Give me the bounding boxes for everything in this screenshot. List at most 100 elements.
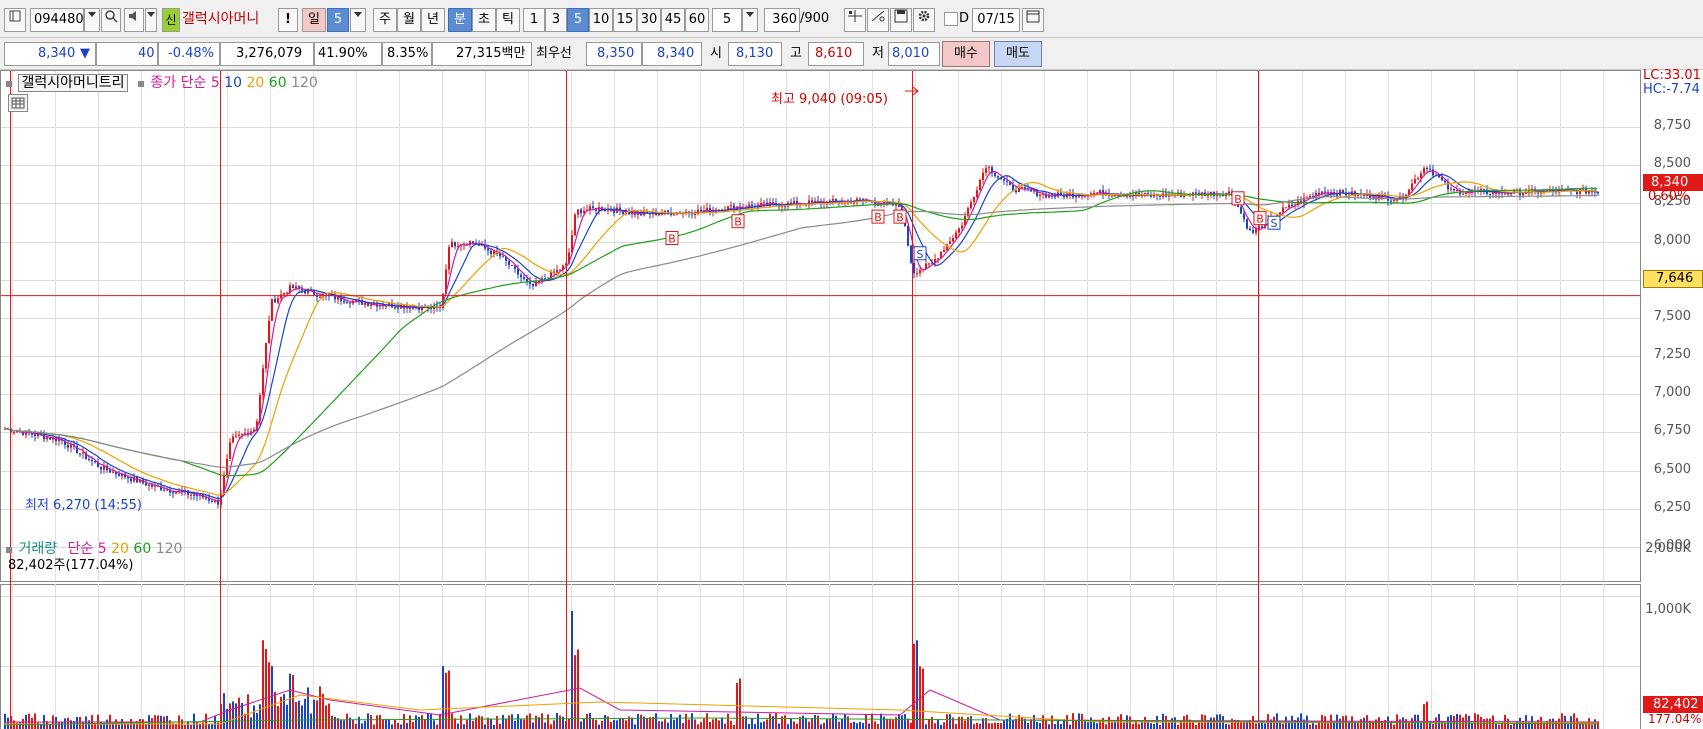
period-tick-button[interactable]: 틱 [496, 8, 520, 32]
volume-bar [541, 713, 543, 729]
candle [232, 436, 234, 443]
candle [790, 202, 792, 204]
date-checkbox[interactable] [944, 12, 958, 26]
period-day-button[interactable]: 일 [302, 8, 326, 32]
menu-icon[interactable] [4, 8, 26, 32]
volume-bar [787, 724, 789, 729]
volume-bar [1021, 716, 1023, 729]
code-dropdown-icon[interactable] [84, 8, 100, 32]
volume-bar [793, 721, 795, 729]
settings-gear-icon[interactable] [913, 8, 935, 32]
count-input[interactable]: 360 [764, 8, 800, 32]
price-tick-label: 7,000 [1653, 385, 1691, 401]
volume-bar [994, 722, 996, 729]
volume-bar [595, 719, 597, 729]
volume-bar [1561, 713, 1563, 729]
volume-bar [655, 713, 657, 729]
period-week-button[interactable]: 주 [373, 8, 397, 32]
candle [523, 277, 525, 279]
candle [472, 241, 474, 243]
volume-bar [1297, 717, 1299, 729]
speaker-icon[interactable] [124, 8, 144, 32]
svg-text:B: B [896, 211, 904, 224]
candle [961, 225, 963, 229]
alert-button[interactable]: ! [278, 8, 298, 32]
volume-bar [667, 722, 669, 729]
calendar-icon[interactable] [1022, 8, 1044, 32]
interval-30-button[interactable]: 30 [637, 8, 661, 32]
volume-bar [721, 717, 723, 729]
table-toggle-icon[interactable] [8, 94, 28, 112]
volume-bar [1105, 724, 1107, 729]
candle [751, 204, 753, 206]
candle [1054, 196, 1056, 198]
volume-bar [346, 713, 348, 729]
volume-bar [1411, 718, 1413, 729]
period-minute-button[interactable]: 분 [448, 8, 472, 32]
buy-signal-marker: B [893, 209, 907, 224]
volume-bar [367, 713, 369, 729]
volume-bar [274, 691, 276, 729]
interval-3-button[interactable]: 3 [545, 8, 567, 32]
volume-bar [418, 717, 420, 729]
new-badge: 신 [162, 8, 180, 32]
sell-button[interactable]: 매도 [994, 41, 1042, 67]
candle [1024, 187, 1026, 189]
speaker-dropdown-icon[interactable] [145, 8, 157, 32]
volume-bar [580, 721, 582, 729]
volume-bar [649, 717, 651, 729]
interval-60-button[interactable]: 60 [685, 8, 709, 32]
volume-bar [424, 719, 426, 729]
volume-bar [1159, 724, 1161, 729]
buy-signal-marker: B [1253, 211, 1267, 226]
candle [793, 200, 795, 204]
volume-bar [433, 720, 435, 729]
volume-bar [328, 703, 330, 729]
volume-bar [19, 722, 21, 729]
interval-5-button[interactable]: 5 [567, 8, 589, 32]
period-second-button[interactable]: 초 [472, 8, 496, 32]
buy-button[interactable]: 매수 [942, 41, 990, 67]
volume-bar [880, 713, 882, 729]
crosshair-tool-icon[interactable] [844, 8, 866, 32]
stock-code-input[interactable]: 094480 [30, 8, 84, 32]
interval-45-button[interactable]: 45 [661, 8, 685, 32]
volume-bar [751, 718, 753, 729]
volume-bar [1213, 717, 1215, 729]
interval-15-button[interactable]: 15 [613, 8, 637, 32]
volume-tick-2000k: 2,000K [1645, 541, 1691, 556]
legend-ma120: 120 [291, 75, 318, 91]
volume-bar [301, 705, 303, 729]
candle [508, 260, 510, 266]
period-month-button[interactable]: 월 [397, 8, 421, 32]
chart-area[interactable]: BBBBSBBS 갤럭시아머니트리 종가 단순 5 10 20 60 120 최… [0, 68, 1703, 729]
period-dropdown-icon[interactable] [350, 8, 366, 32]
volume-bar [1114, 721, 1116, 729]
volume-bar [319, 686, 321, 729]
volume-bar [553, 720, 555, 729]
trendline-tool-icon[interactable] [867, 8, 889, 32]
volume-bar [1273, 716, 1275, 729]
period-year-button[interactable]: 년 [421, 8, 445, 32]
interval-10-button[interactable]: 10 [589, 8, 613, 32]
legend-stock-name[interactable]: 갤럭시아머니트리 [18, 74, 128, 92]
candle [271, 299, 273, 321]
chart-canvas[interactable]: BBB BSBB S [0, 70, 1703, 729]
interval-select[interactable]: 5 [712, 8, 742, 32]
price-tick-label: 8,000 [1653, 232, 1691, 248]
interval-1-button[interactable]: 1 [523, 8, 545, 32]
save-icon[interactable] [890, 8, 912, 32]
volume-bar [1228, 724, 1230, 729]
ma10-line [3, 173, 1598, 500]
period-value[interactable]: 5 [327, 8, 349, 32]
sell-signal-marker: S [913, 246, 927, 261]
volume-bar [679, 714, 681, 729]
volume-bar [694, 719, 696, 729]
volume-bar [1045, 719, 1047, 729]
candle [343, 300, 345, 303]
date-input[interactable]: 07/15 [972, 8, 1020, 32]
candle [145, 483, 147, 486]
search-icon[interactable] [101, 8, 121, 32]
interval-dropdown-icon[interactable] [742, 8, 758, 32]
quote-bar: 8,340 ▼ 40 -0.48% 3,276,079 41.90% 8.35%… [0, 38, 1703, 70]
